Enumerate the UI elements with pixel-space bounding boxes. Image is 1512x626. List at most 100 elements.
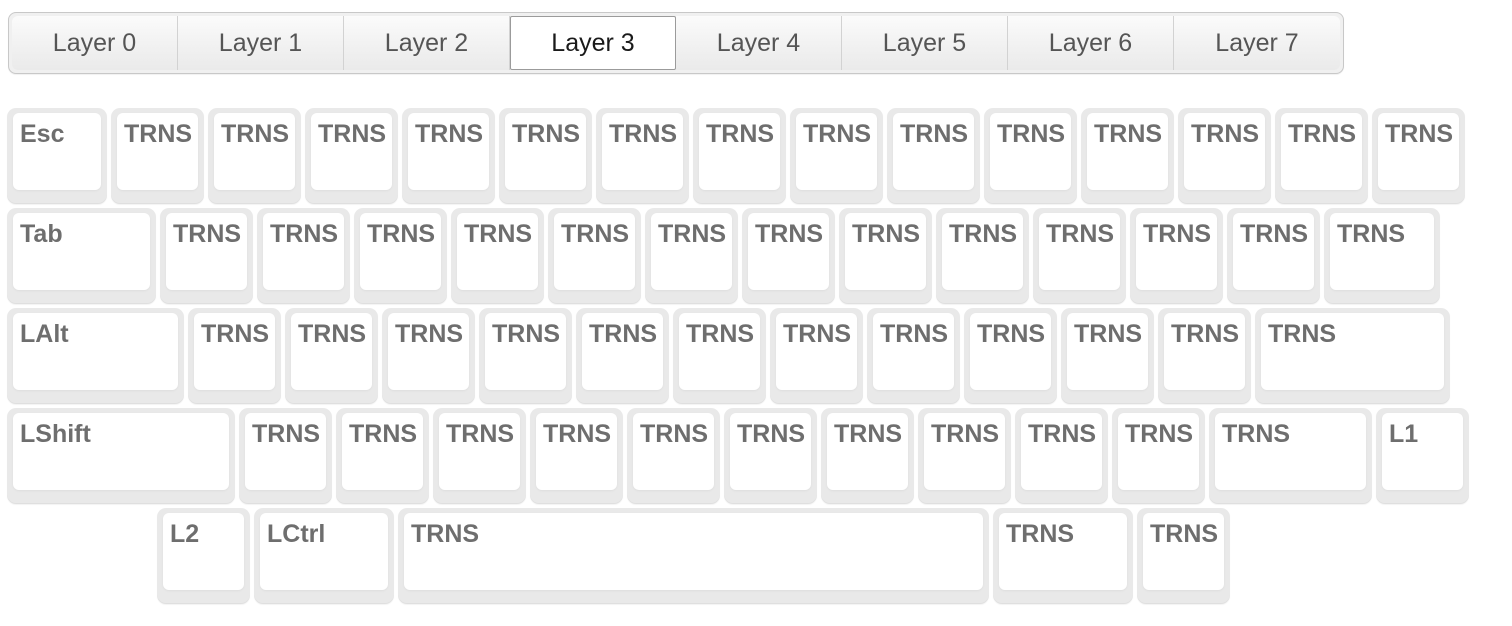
key-cap: TRNS xyxy=(651,213,732,290)
key-trns-r2c13[interactable]: TRNS xyxy=(1227,208,1320,304)
key-cap: TRNS xyxy=(893,113,974,190)
key-trns-r2c10[interactable]: TRNS xyxy=(936,208,1029,304)
key-trns-r4c11[interactable]: TRNS xyxy=(1112,408,1205,504)
key-trns-r1c4[interactable]: TRNS xyxy=(305,108,398,204)
key-label: TRNS xyxy=(640,420,709,448)
key-trns-r5c3[interactable]: TRNS xyxy=(398,508,989,604)
tab-layer-6[interactable]: Layer 6 xyxy=(1008,16,1174,70)
key-label: LCtrl xyxy=(267,520,326,548)
key-cap: TRNS xyxy=(291,313,372,390)
key-trns-r3c11[interactable]: TRNS xyxy=(1061,308,1154,404)
tab-layer-5[interactable]: Layer 5 xyxy=(842,16,1008,70)
key-trns-r2c2[interactable]: TRNS xyxy=(160,208,253,304)
key-trns-r1c13[interactable]: TRNS xyxy=(1178,108,1271,204)
key-label: TRNS xyxy=(737,420,806,448)
key-trns-r2c9[interactable]: TRNS xyxy=(839,208,932,304)
key-trns-r3c13[interactable]: TRNS xyxy=(1255,308,1450,404)
key-label: TRNS xyxy=(561,220,630,248)
key-trns-r2c5[interactable]: TRNS xyxy=(451,208,544,304)
key-cap: TRNS xyxy=(582,313,663,390)
key-trns-r3c12[interactable]: TRNS xyxy=(1158,308,1251,404)
key-cap: TRNS xyxy=(554,213,635,290)
key-trns-r1c7[interactable]: TRNS xyxy=(596,108,689,204)
key-esc-r1c1[interactable]: Esc xyxy=(7,108,107,204)
key-l2-r5c1[interactable]: L2 xyxy=(157,508,250,604)
key-label: TRNS xyxy=(201,320,270,348)
keyboard-row-4: LShift TRNS TRNS TRNS TRNS TRNS TRNS TRNS TRNS TR… xyxy=(0,408,1512,508)
key-trns-r2c11[interactable]: TRNS xyxy=(1033,208,1126,304)
key-trns-r2c14[interactable]: TRNS xyxy=(1324,208,1440,304)
key-cap: L2 xyxy=(163,513,244,590)
key-label: TRNS xyxy=(589,320,658,348)
key-trns-r3c7[interactable]: TRNS xyxy=(673,308,766,404)
tab-layer-1[interactable]: Layer 1 xyxy=(178,16,344,70)
key-trns-r3c8[interactable]: TRNS xyxy=(770,308,863,404)
key-trns-r4c9[interactable]: TRNS xyxy=(918,408,1011,504)
key-trns-r2c3[interactable]: TRNS xyxy=(257,208,350,304)
tab-layer-0[interactable]: Layer 0 xyxy=(12,16,178,70)
key-cap: TRNS xyxy=(360,213,441,290)
key-cap: TRNS xyxy=(245,413,326,490)
key-trns-r1c6[interactable]: TRNS xyxy=(499,108,592,204)
tab-layer-7[interactable]: Layer 7 xyxy=(1174,16,1340,70)
key-trns-r4c10[interactable]: TRNS xyxy=(1015,408,1108,504)
key-trns-r1c14[interactable]: TRNS xyxy=(1275,108,1368,204)
key-label: TRNS xyxy=(446,420,515,448)
key-trns-r1c12[interactable]: TRNS xyxy=(1081,108,1174,204)
key-trns-r5c5[interactable]: TRNS xyxy=(1137,508,1230,604)
key-trns-r4c4[interactable]: TRNS xyxy=(433,408,526,504)
key-trns-r3c2[interactable]: TRNS xyxy=(188,308,281,404)
tab-layer-2[interactable]: Layer 2 xyxy=(344,16,510,70)
key-trns-r2c7[interactable]: TRNS xyxy=(645,208,738,304)
key-lshift-r4c1[interactable]: LShift xyxy=(7,408,235,504)
key-trns-r4c6[interactable]: TRNS xyxy=(627,408,720,504)
key-trns-r3c6[interactable]: TRNS xyxy=(576,308,669,404)
key-trns-r1c9[interactable]: TRNS xyxy=(790,108,883,204)
key-label: TRNS xyxy=(124,120,193,148)
key-trns-r3c3[interactable]: TRNS xyxy=(285,308,378,404)
key-cap: Esc xyxy=(13,113,101,190)
key-cap: TRNS xyxy=(1281,113,1362,190)
key-cap: TRNS xyxy=(602,113,683,190)
key-cap: TRNS xyxy=(1261,313,1444,390)
key-trns-r3c5[interactable]: TRNS xyxy=(479,308,572,404)
key-trns-r3c4[interactable]: TRNS xyxy=(382,308,475,404)
key-trns-r1c11[interactable]: TRNS xyxy=(984,108,1077,204)
key-trns-r3c10[interactable]: TRNS xyxy=(964,308,1057,404)
key-cap: TRNS xyxy=(457,213,538,290)
key-tab-r2c1[interactable]: Tab xyxy=(7,208,156,304)
key-trns-r1c2[interactable]: TRNS xyxy=(111,108,204,204)
key-trns-r4c7[interactable]: TRNS xyxy=(724,408,817,504)
key-cap: TRNS xyxy=(924,413,1005,490)
key-trns-r1c5[interactable]: TRNS xyxy=(402,108,495,204)
key-trns-r2c4[interactable]: TRNS xyxy=(354,208,447,304)
key-trns-r5c4[interactable]: TRNS xyxy=(993,508,1133,604)
key-l1-r4c13[interactable]: L1 xyxy=(1376,408,1469,504)
key-trns-r1c8[interactable]: TRNS xyxy=(693,108,786,204)
tab-layer-4[interactable]: Layer 4 xyxy=(676,16,842,70)
key-cap: TRNS xyxy=(536,413,617,490)
key-trns-r1c10[interactable]: TRNS xyxy=(887,108,980,204)
key-cap: TRNS xyxy=(999,513,1127,590)
key-cap: TRNS xyxy=(342,413,423,490)
key-trns-r4c2[interactable]: TRNS xyxy=(239,408,332,504)
key-lctrl-r5c2[interactable]: LCtrl xyxy=(254,508,394,604)
key-label: L1 xyxy=(1389,420,1419,448)
key-trns-r2c6[interactable]: TRNS xyxy=(548,208,641,304)
key-trns-r2c12[interactable]: TRNS xyxy=(1130,208,1223,304)
key-lalt-r3c1[interactable]: LAlt xyxy=(7,308,184,404)
key-trns-r2c8[interactable]: TRNS xyxy=(742,208,835,304)
key-trns-r4c5[interactable]: TRNS xyxy=(530,408,623,504)
tab-layer-3[interactable]: Layer 3 xyxy=(510,16,676,70)
key-trns-r4c12[interactable]: TRNS xyxy=(1209,408,1372,504)
key-label: TRNS xyxy=(686,320,755,348)
key-trns-r3c9[interactable]: TRNS xyxy=(867,308,960,404)
key-label: TRNS xyxy=(880,320,949,348)
key-trns-r4c8[interactable]: TRNS xyxy=(821,408,914,504)
key-label: TRNS xyxy=(1288,120,1357,148)
key-trns-r1c15[interactable]: TRNS xyxy=(1372,108,1465,204)
key-cap: TRNS xyxy=(827,413,908,490)
key-trns-r1c3[interactable]: TRNS xyxy=(208,108,301,204)
key-trns-r4c3[interactable]: TRNS xyxy=(336,408,429,504)
key-cap: TRNS xyxy=(1378,113,1459,190)
